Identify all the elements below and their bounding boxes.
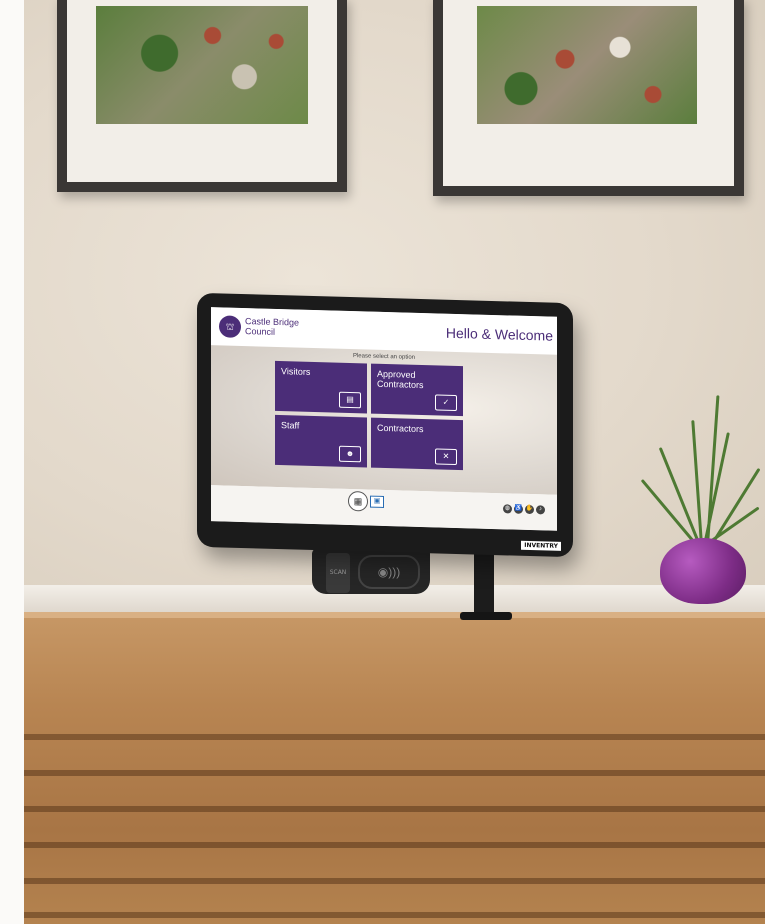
tile-contractors[interactable]: Contractors ✕ bbox=[371, 417, 463, 471]
qr-code-icon[interactable]: ▦ bbox=[348, 490, 368, 512]
id-card-icon: ▤ bbox=[339, 391, 361, 409]
brand-badge: INVENTRY bbox=[521, 540, 561, 551]
sign-language-icon[interactable]: ✋ bbox=[525, 504, 534, 515]
kiosk-screen: ⛫ Castle Bridge Council Hello & Welcome … bbox=[211, 307, 557, 531]
language-icon[interactable]: ◍ bbox=[503, 504, 512, 514]
tile-label: Visitors bbox=[281, 366, 311, 377]
audio-icon[interactable]: ♪ bbox=[536, 505, 545, 515]
tools-check-icon: ✓ bbox=[435, 394, 457, 412]
council-logo-icon: ⛫ bbox=[219, 315, 241, 338]
tile-visitors[interactable]: Visitors ▤ bbox=[275, 360, 367, 414]
aerial-photo-left bbox=[96, 6, 308, 124]
left-margin bbox=[0, 0, 24, 924]
purple-plant-pot bbox=[660, 538, 746, 604]
framed-photo-left bbox=[57, 0, 347, 192]
screen-body: Please select an option Visitors ▤ Appro… bbox=[211, 345, 557, 495]
desk-edge bbox=[24, 612, 765, 618]
aerial-photo-right bbox=[477, 6, 697, 124]
card-reader-unit: SCAN ◉))) bbox=[312, 548, 430, 594]
tile-label: Staff bbox=[281, 420, 300, 431]
desk-slat bbox=[24, 878, 765, 884]
id-scan-icon[interactable]: ▣ bbox=[370, 495, 384, 508]
desk-slat bbox=[24, 912, 765, 918]
tile-label: Contractors bbox=[377, 422, 424, 435]
welcome-heading: Hello & Welcome bbox=[445, 324, 553, 344]
desk-slat bbox=[24, 806, 765, 812]
tile-label: Approved Contractors bbox=[377, 368, 424, 391]
organization-name: Castle Bridge Council bbox=[245, 316, 300, 337]
tools-icon: ✕ bbox=[435, 448, 457, 466]
accessibility-icon[interactable]: ♿ bbox=[514, 504, 523, 514]
people-icon: ☻ bbox=[339, 445, 361, 463]
desk-slat bbox=[24, 842, 765, 848]
kiosk-stand-base bbox=[460, 612, 512, 620]
kiosk-stand-pole bbox=[474, 548, 494, 616]
tile-staff[interactable]: Staff ☻ bbox=[275, 414, 367, 468]
office-reception-scene: SCAN ◉))) ⛫ Castle Bridge Council Hello … bbox=[0, 0, 765, 924]
contactless-icon[interactable]: ◉))) bbox=[358, 555, 420, 589]
desk-slat bbox=[24, 770, 765, 776]
kiosk-tablet: ⛫ Castle Bridge Council Hello & Welcome … bbox=[197, 292, 573, 558]
tile-approved-contractors[interactable]: Approved Contractors ✓ bbox=[371, 363, 463, 417]
framed-photo-right bbox=[433, 0, 744, 196]
desk-slat bbox=[24, 734, 765, 740]
id-scanner[interactable]: SCAN bbox=[326, 553, 350, 593]
